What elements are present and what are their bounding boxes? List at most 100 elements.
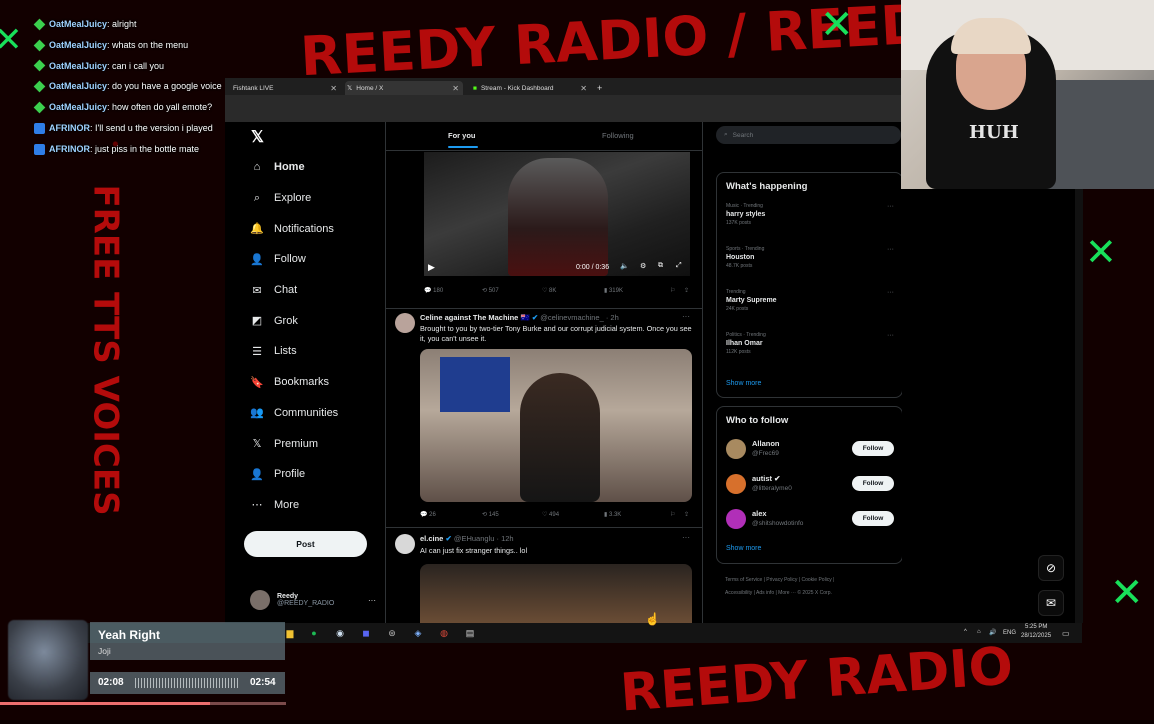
tab-following[interactable]: Following <box>602 131 634 140</box>
language-indicator[interactable]: ENG <box>1003 630 1016 636</box>
sidebar-item-more[interactable]: ⋯ More <box>250 490 380 521</box>
show-more-link[interactable]: Show more <box>726 380 761 387</box>
footer-line[interactable]: Terms of Service | Privacy Policy | Cook… <box>725 574 900 587</box>
tweet-media[interactable] <box>420 349 692 502</box>
trend-item[interactable]: Music · Trending harry styles 137K posts ··… <box>726 203 894 226</box>
chrome-icon[interactable]: ◍ <box>438 627 450 639</box>
video-player[interactable] <box>424 152 690 276</box>
user-icon: 👤 <box>250 468 264 481</box>
avatar[interactable] <box>726 474 746 494</box>
trend-count: 24K posts <box>726 306 749 312</box>
footer-line[interactable]: Accessibility | Ads info | More ··· © 20… <box>725 587 900 600</box>
follow-suggestion[interactable]: Allanon @Frec69 Follow <box>726 437 894 465</box>
sidebar-item-follow[interactable]: 👤 Follow <box>250 244 380 275</box>
network-icon[interactable]: ⌂ <box>977 629 981 635</box>
close-icon[interactable]: ✕ <box>580 84 587 93</box>
more-icon[interactable]: ··· <box>887 246 894 253</box>
play-icon[interactable]: ▶ <box>428 262 435 273</box>
tweet-text: AI can just fix stranger things.. lol <box>420 546 528 555</box>
tab-home-x[interactable]: 𝕏 Home / X ✕ <box>345 81 463 95</box>
avatar[interactable] <box>395 313 415 333</box>
avatar[interactable] <box>395 534 415 554</box>
tray-chevron-icon[interactable]: ^ <box>964 629 967 635</box>
close-icon[interactable]: ✕ <box>452 84 459 93</box>
notifications-icon[interactable]: ▭ <box>1062 629 1070 638</box>
follow-suggestion[interactable]: alex @shitshowdotinfo Follow <box>726 507 894 535</box>
settings-icon[interactable]: ⚙ <box>640 262 646 270</box>
follow-button[interactable]: Follow <box>852 441 894 456</box>
search-input[interactable]: ⌕ Search <box>716 126 901 144</box>
spotify-icon[interactable]: ● <box>308 627 320 639</box>
tweet[interactable]: el.cine ✔ @EHuanglu · 12h ··· AI can jus… <box>386 527 702 623</box>
views-button[interactable]: ▮ 3.3K <box>604 511 621 518</box>
sidebar-item-home[interactable]: ⌂ Home <box>250 152 380 183</box>
sidebar-item-notifications[interactable]: 🔔 Notifications <box>250 213 380 244</box>
avatar[interactable] <box>726 509 746 529</box>
follow-button[interactable]: Follow <box>852 476 894 491</box>
x-logo-icon[interactable]: 𝕏 <box>251 127 264 147</box>
sidebar-item-profile[interactable]: 👤 Profile <box>250 459 380 490</box>
avatar[interactable] <box>726 439 746 459</box>
chat-badge-icon <box>33 18 46 31</box>
sidebar-item-explore[interactable]: ⌕ Explore <box>250 183 380 214</box>
trend-item[interactable]: Sports · Trending Houston 48.7K posts ··· <box>726 246 894 269</box>
like-button[interactable]: ♡ 494 <box>542 511 559 518</box>
volume-icon[interactable]: 🔊 <box>989 629 996 636</box>
reply-button[interactable]: 💬 180 <box>424 287 443 294</box>
discord-icon[interactable]: ◼ <box>360 627 372 639</box>
now-playing-widget: Yeah Right Joji 02:08 02:54 <box>0 620 286 708</box>
scrollbar[interactable] <box>1075 189 1083 623</box>
like-button[interactable]: ♡ 8K <box>542 287 556 294</box>
sidebar-item-bookmarks[interactable]: 🔖 Bookmarks <box>250 367 380 398</box>
account-switcher[interactable]: Reedy @REEDY_RADIO ··· <box>250 588 376 612</box>
more-icon[interactable]: ··· <box>887 203 894 210</box>
trend-item[interactable]: Politics · Trending Ilhan Omar 112K posts ·… <box>726 332 894 355</box>
fullscreen-icon[interactable]: ⤢ <box>676 262 682 270</box>
post-button[interactable]: Post <box>244 531 367 557</box>
sidebar-item-chat[interactable]: ✉ Chat <box>250 275 380 306</box>
more-icon[interactable]: ··· <box>368 596 376 605</box>
tweet-text: Brought to you by two-tier Tony Burke an… <box>420 324 692 343</box>
steam-icon[interactable]: ◉ <box>334 627 346 639</box>
views-button[interactable]: ▮ 319K <box>604 287 623 294</box>
more-icon[interactable]: ··· <box>887 332 894 339</box>
close-icon[interactable]: ✕ <box>330 84 337 93</box>
messages-float-icon[interactable]: ✉ <box>1038 590 1064 616</box>
bookmark-icon[interactable]: ⚐ <box>670 287 675 294</box>
pip-icon[interactable]: ⧉ <box>658 262 663 270</box>
repost-button[interactable]: ⟲ 507 <box>482 287 499 294</box>
sidebar-item-grok[interactable]: ◩ Grok <box>250 305 380 336</box>
new-tab-button[interactable]: + <box>597 81 602 95</box>
tab-for-you[interactable]: For you <box>448 131 476 140</box>
app-icon[interactable]: ◈ <box>412 627 424 639</box>
follow-suggestion[interactable]: autist ✔ @litteralyme0 Follow <box>726 472 894 500</box>
share-icon[interactable]: ⇪ <box>684 511 689 518</box>
browser-address-bar[interactable] <box>225 95 902 122</box>
app-icon[interactable]: ⊛ <box>386 627 398 639</box>
sidebar-item-premium[interactable]: 𝕏 Premium <box>250 428 380 459</box>
track-duration: 02:54 <box>250 677 276 688</box>
sidebar-item-communities[interactable]: 👥 Communities <box>250 398 380 429</box>
more-icon[interactable]: ··· <box>887 289 894 296</box>
reply-button[interactable]: 💬 26 <box>420 511 436 518</box>
follow-button[interactable]: Follow <box>852 511 894 526</box>
more-icon[interactable]: ··· <box>682 533 690 542</box>
grok-float-icon[interactable]: ⊘ <box>1038 555 1064 581</box>
clock-date[interactable]: 28/12/2025 <box>1021 633 1051 639</box>
app-icon[interactable]: ▤ <box>464 627 476 639</box>
tab-kick-dashboard[interactable]: ■ Stream - Kick Dashboard ✕ <box>471 81 591 95</box>
more-icon[interactable]: ··· <box>682 312 690 321</box>
tweet-author[interactable]: Celine against The Machine 🇦🇺 ✔ @celinev… <box>420 313 619 322</box>
bookmark-icon[interactable]: ⚐ <box>670 511 675 518</box>
clock-time[interactable]: 5:25 PM <box>1025 624 1047 630</box>
volume-icon[interactable]: 🔈 <box>620 262 629 270</box>
sidebar-item-lists[interactable]: ☰ Lists <box>250 336 380 367</box>
share-icon[interactable]: ⇪ <box>684 287 689 294</box>
repost-button[interactable]: ⟲ 145 <box>482 511 499 518</box>
tweet-author[interactable]: el.cine ✔ @EHuanglu · 12h <box>420 534 514 543</box>
trend-item[interactable]: Trending Marty Supreme 24K posts ··· <box>726 289 894 312</box>
author-name: Celine against The Machine 🇦🇺 <box>420 313 530 322</box>
show-more-link[interactable]: Show more <box>726 545 761 552</box>
sidebar-item-label: Chat <box>274 284 298 297</box>
tweet[interactable]: Celine against The Machine 🇦🇺 ✔ @celinev… <box>386 308 702 524</box>
